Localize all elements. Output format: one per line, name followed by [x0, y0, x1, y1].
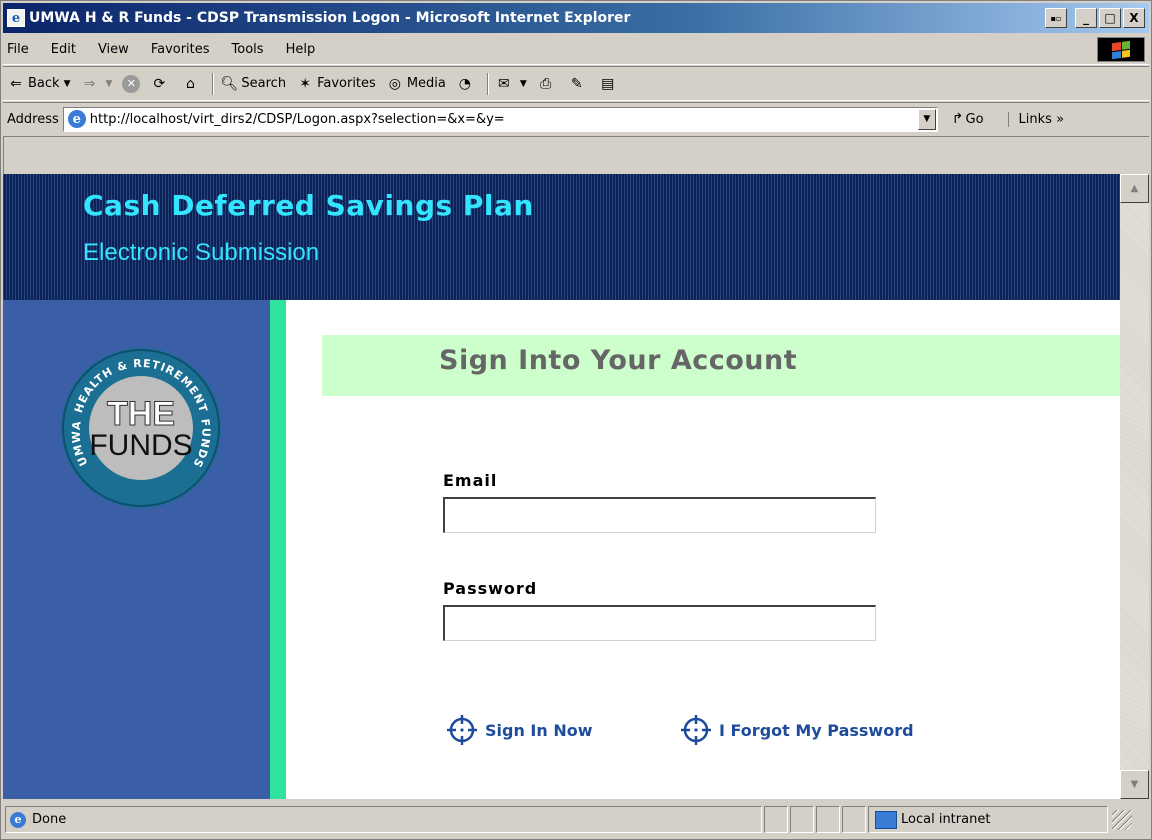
vertical-scrollbar[interactable]: ▲ ▼ [1120, 174, 1149, 799]
forward-arrow-icon: ⇒ [83, 75, 96, 92]
search-icon: 🔍︎ [220, 75, 239, 92]
email-field[interactable] [443, 497, 876, 533]
funds-logo: HEALTH & RETIREMENT UMWA FUNDS THE FUNDS [61, 348, 221, 508]
close-button[interactable]: X [1123, 8, 1145, 28]
signin-title: Sign Into Your Account [439, 345, 798, 376]
media-button[interactable]: ◎ Media [386, 75, 446, 93]
go-button[interactable]: ↱ Go [952, 111, 984, 127]
history-icon: ◔ [458, 75, 471, 92]
address-input[interactable]: e http://localhost/virt_dirs2/CDSP/Logon… [62, 106, 938, 132]
ie-icon: e [7, 9, 25, 27]
status-zone: Local intranet [868, 806, 1108, 833]
menu-help[interactable]: Help [286, 42, 316, 57]
browser-window: e UMWA H & R Funds - CDSP Transmission L… [0, 0, 1152, 840]
sign-in-label: Sign In Now [485, 720, 593, 740]
media-icon: ◎ [388, 75, 401, 92]
menu-file[interactable]: File [7, 42, 29, 57]
scroll-up-button[interactable]: ▲ [1120, 174, 1149, 203]
back-button[interactable]: ⇐ Back ▼ [7, 75, 70, 93]
intranet-zone-icon [875, 810, 897, 829]
menu-bar: File Edit View Favorites Tools Help [3, 34, 1149, 65]
forward-button[interactable]: ⇒ ▼ [80, 75, 113, 93]
password-label: Password [443, 579, 538, 598]
page-content: Cash Deferred Savings Plan Electronic Su… [3, 174, 1120, 799]
edit-icon: ✎ [570, 75, 583, 92]
menu-tools[interactable]: Tools [232, 42, 264, 57]
menu-edit[interactable]: Edit [51, 42, 76, 57]
title-bar: e UMWA H & R Funds - CDSP Transmission L… [3, 3, 1149, 33]
done-page-icon: e [10, 811, 26, 828]
menu-view[interactable]: View [98, 42, 129, 57]
mail-icon: ✉ [497, 75, 510, 92]
home-button[interactable]: ⌂ [181, 75, 202, 93]
scroll-down-button[interactable]: ▼ [1120, 770, 1149, 799]
menu-favorites[interactable]: Favorites [151, 42, 210, 57]
logo-center-top: THE [107, 395, 175, 433]
back-dropdown-icon[interactable]: ▼ [64, 79, 71, 89]
window-title: UMWA H & R Funds - CDSP Transmission Log… [29, 10, 631, 26]
resize-grip-icon[interactable] [1112, 809, 1132, 830]
address-bar: Address e http://localhost/virt_dirs2/CD… [3, 102, 1149, 135]
status-bar: e Done Local intranet [3, 802, 1149, 837]
windows-logo-icon [1097, 37, 1145, 62]
status-text: Done [32, 812, 67, 827]
edit-button[interactable]: ✎ [568, 75, 589, 93]
address-dropdown-icon[interactable]: ▼ [917, 108, 936, 130]
refresh-icon: ⟳ [153, 75, 166, 92]
print-icon: ⎙ [540, 75, 552, 92]
maximize-button[interactable]: □ [1099, 8, 1121, 28]
mail-dropdown-icon[interactable]: ▼ [520, 79, 527, 89]
mail-button[interactable]: ✉ ▼ [495, 75, 527, 93]
stop-icon: ✕ [122, 74, 141, 93]
stop-button[interactable]: ✕ [122, 74, 141, 93]
forgot-password-button[interactable]: I Forgot My Password [679, 713, 914, 747]
address-label: Address [7, 111, 59, 127]
print-button[interactable]: ⎙ [537, 75, 558, 93]
minimize-button[interactable]: _ [1075, 8, 1097, 28]
page-icon: e [67, 110, 86, 128]
links-button[interactable]: Links » [1007, 111, 1064, 127]
zone-text: Local intranet [901, 812, 991, 827]
email-label: Email [443, 471, 498, 490]
favorites-button[interactable]: ✶ Favorites [296, 75, 376, 93]
home-icon: ⌂ [185, 75, 195, 92]
search-button[interactable]: 🔍︎ Search [220, 75, 287, 93]
toolbar: ⇐ Back ▼ ⇒ ▼ ✕ ⟳ ⌂ 🔍︎ Search ✶ Favorites… [3, 66, 1149, 101]
system-menu-icon[interactable]: ▪▫ [1045, 8, 1067, 28]
go-arrow-icon: ↱ [951, 111, 964, 127]
forgot-password-label: I Forgot My Password [719, 720, 914, 740]
password-field[interactable] [443, 605, 876, 641]
sign-in-button[interactable]: Sign In Now [445, 713, 593, 747]
crosshair-icon [681, 715, 711, 745]
history-button[interactable]: ◔ [456, 75, 477, 93]
refresh-button[interactable]: ⟳ [150, 75, 171, 93]
header-title: Cash Deferred Savings Plan [83, 189, 534, 222]
page-header: Cash Deferred Savings Plan Electronic Su… [3, 174, 1120, 300]
header-subtitle: Electronic Submission [83, 239, 320, 266]
discuss-button[interactable]: ▤ [599, 75, 620, 93]
crosshair-icon [447, 715, 477, 745]
status-main: e Done [5, 806, 762, 833]
sidebar-stripe [270, 300, 286, 799]
forward-dropdown-icon[interactable]: ▼ [105, 79, 112, 89]
address-url[interactable]: http://localhost/virt_dirs2/CDSP/Logon.a… [90, 112, 505, 127]
signin-banner: Sign Into Your Account [322, 335, 1120, 396]
discuss-icon: ▤ [601, 75, 615, 92]
back-arrow-icon: ⇐ [10, 75, 22, 92]
favorites-icon: ✶ [299, 75, 311, 92]
logo-center-bottom: FUNDS [89, 429, 192, 462]
